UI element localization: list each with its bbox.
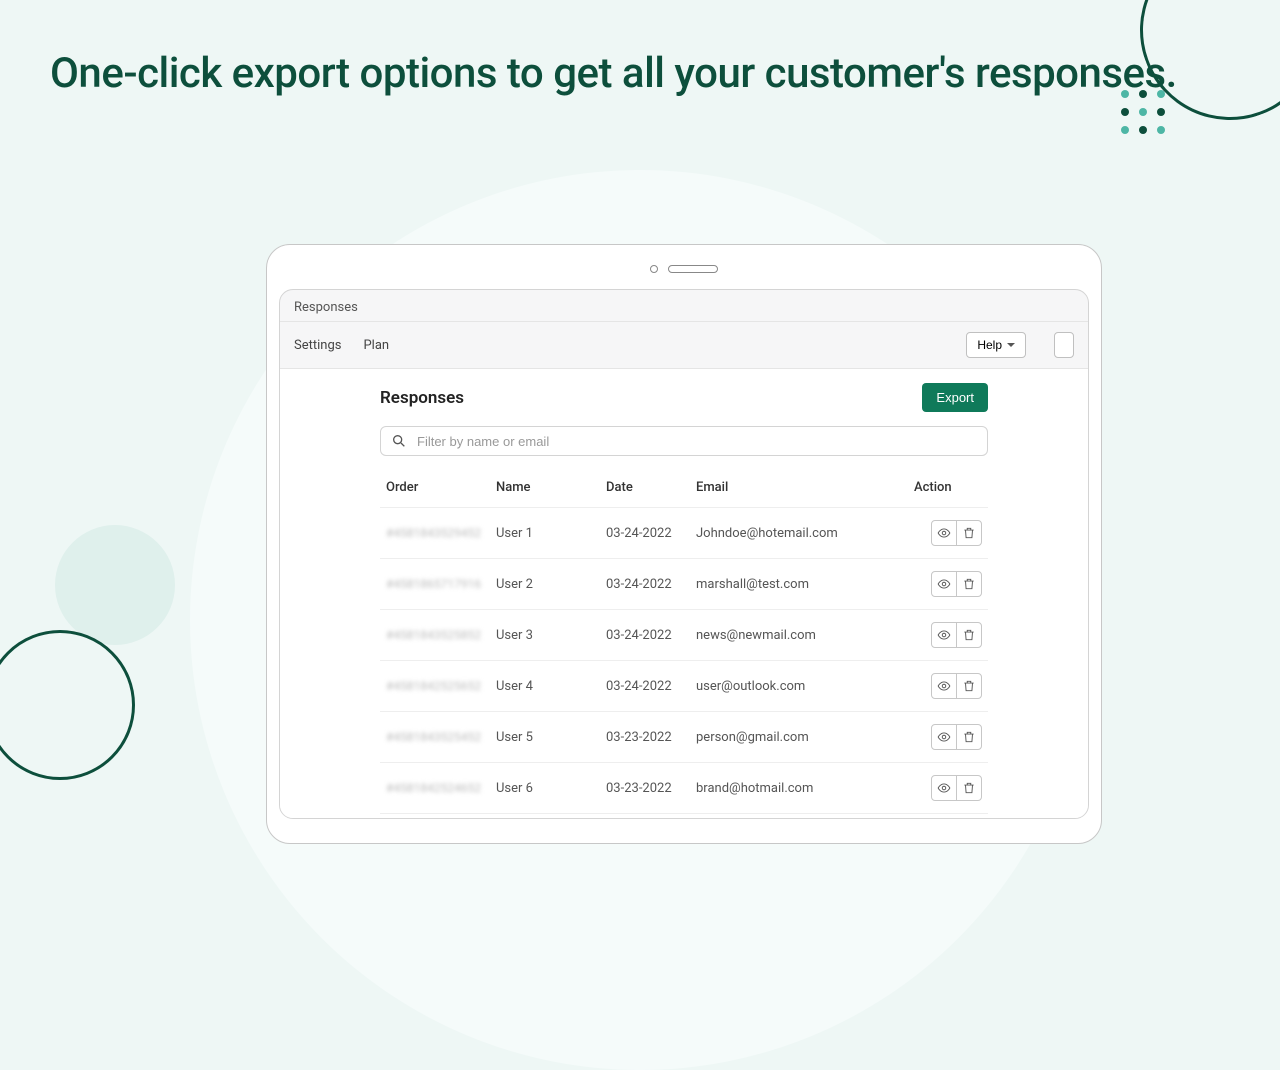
cell-name: User 2: [490, 559, 600, 610]
delete-button[interactable]: [956, 571, 982, 597]
cell-order: #4581865717916: [386, 577, 481, 591]
help-button[interactable]: Help: [966, 332, 1026, 358]
trash-icon: [962, 526, 976, 540]
cell-order: #4581843525852: [386, 628, 481, 642]
cell-email: person@gmail.com: [690, 712, 908, 763]
cell-date: 03-24-2022: [600, 508, 690, 559]
view-button[interactable]: [931, 622, 957, 648]
cell-email: news@newmail.com: [690, 610, 908, 661]
view-button[interactable]: [931, 673, 957, 699]
content-area: Responses Export Order Name Date Email: [280, 369, 1088, 819]
th-order: Order: [380, 472, 490, 508]
table-row: #4581842524652 User 603-23-2022brand@hotm…: [380, 763, 988, 814]
cell-name: User 4: [490, 661, 600, 712]
trash-icon: [962, 577, 976, 591]
chevron-down-icon: [1007, 343, 1015, 347]
cell-order: #4581842524652: [386, 781, 481, 795]
th-email: Email: [690, 472, 908, 508]
delete-button[interactable]: [956, 724, 982, 750]
cell-order: #4581843525452: [386, 730, 481, 744]
table-row: #4581843529452 User 103-24-2022Johndoe@ho…: [380, 508, 988, 559]
trash-icon: [962, 679, 976, 693]
cell-date: 03-23-2022: [600, 712, 690, 763]
help-label: Help: [977, 338, 1002, 352]
page-title: Responses: [380, 388, 464, 408]
trash-icon: [962, 730, 976, 744]
cell-name: User 6: [490, 763, 600, 814]
breadcrumb: Responses: [280, 290, 1088, 322]
app-screen: Responses Settings Plan Help Responses E…: [279, 289, 1089, 819]
cell-date: 03-24-2022: [600, 661, 690, 712]
delete-button[interactable]: [956, 622, 982, 648]
responses-table: Order Name Date Email Action #4581843529…: [380, 472, 988, 819]
eye-icon: [937, 679, 951, 693]
cell-order: #4581843529452: [386, 526, 481, 540]
cell-name: User 5: [490, 712, 600, 763]
th-action: Action: [908, 472, 988, 508]
search-input[interactable]: [407, 434, 977, 449]
tablet-frame: Responses Settings Plan Help Responses E…: [266, 244, 1102, 844]
nav-plan[interactable]: Plan: [363, 338, 389, 353]
th-name: Name: [490, 472, 600, 508]
table-row: #4581843525852 User 303-24-2022news@newma…: [380, 610, 988, 661]
table-row: #4581843525452User 703-23-2022user@hotma…: [380, 814, 988, 820]
view-button[interactable]: [931, 775, 957, 801]
table-row: #4581865717916 User 203-24-2022marshall@t…: [380, 559, 988, 610]
view-button[interactable]: [931, 724, 957, 750]
th-date: Date: [600, 472, 690, 508]
circle-outline-decoration: [0, 630, 135, 780]
cell-date: 03-24-2022: [600, 610, 690, 661]
delete-button[interactable]: [956, 673, 982, 699]
search-field[interactable]: [380, 426, 988, 456]
background-circle-small: [55, 525, 175, 645]
table-row: #4581843525452 User 503-23-2022person@gma…: [380, 712, 988, 763]
trash-icon: [962, 628, 976, 642]
cell-email: marshall@test.com: [690, 559, 908, 610]
delete-button[interactable]: [956, 520, 982, 546]
cell-name: User 1: [490, 508, 600, 559]
trash-icon: [962, 781, 976, 795]
eye-icon: [937, 526, 951, 540]
eye-icon: [937, 577, 951, 591]
delete-button[interactable]: [956, 775, 982, 801]
headline: One-click export options to get all your…: [50, 48, 1177, 101]
cell-email: brand@hotmail.com: [690, 763, 908, 814]
overflow-button[interactable]: [1054, 332, 1074, 358]
eye-icon: [937, 781, 951, 795]
eye-icon: [937, 730, 951, 744]
view-button[interactable]: [931, 520, 957, 546]
cell-email: Johndoe@hotemail.com: [690, 508, 908, 559]
eye-icon: [937, 628, 951, 642]
tablet-notch: [279, 257, 1089, 281]
cell-email: user@hotmail.com: [690, 814, 908, 820]
export-button[interactable]: Export: [922, 383, 988, 412]
cell-email: user@outlook.com: [690, 661, 908, 712]
view-button[interactable]: [931, 571, 957, 597]
cell-date: 03-23-2022: [600, 763, 690, 814]
cell-date: 03-23-2022: [600, 814, 690, 820]
top-nav: Settings Plan Help: [280, 322, 1088, 369]
search-icon: [391, 433, 407, 449]
cell-order: #4581842525652: [386, 679, 481, 693]
table-row: #4581842525652 User 403-24-2022user@outlo…: [380, 661, 988, 712]
nav-settings[interactable]: Settings: [294, 338, 341, 353]
cell-name: User 3: [490, 610, 600, 661]
cell-date: 03-24-2022: [600, 559, 690, 610]
cell-name: User 7: [490, 814, 600, 820]
